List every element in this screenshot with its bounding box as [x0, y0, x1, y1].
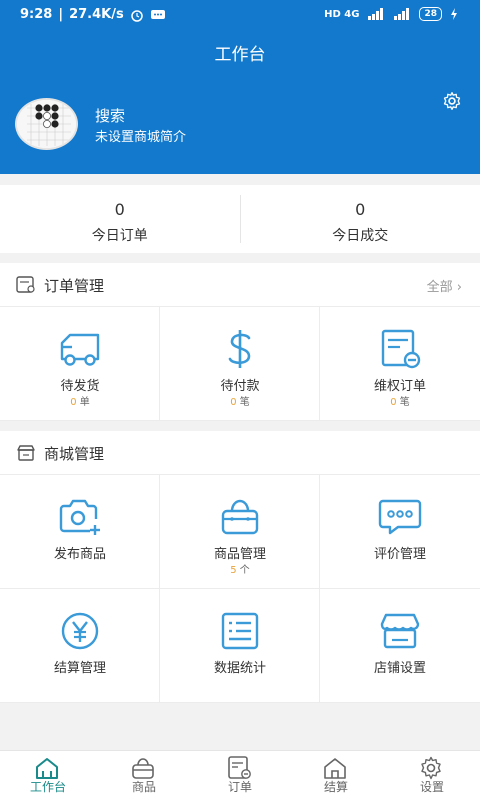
dollar-icon [228, 330, 251, 368]
basket-icon [221, 499, 259, 535]
comment-icon [378, 499, 422, 535]
chevron-right-icon: › [456, 280, 462, 295]
tab-workbench[interactable]: 工作台 [0, 751, 96, 800]
order-section-title: 订单管理 [44, 277, 105, 295]
tab-products[interactable]: 商品 [96, 751, 192, 800]
order-grid: 待发货 0 单 待付款 0 笔 维权订单 0 笔 [0, 307, 480, 421]
mall-section-title: 商城管理 [44, 445, 105, 463]
order-disputes[interactable]: 维权订单 0 笔 [320, 307, 480, 421]
settlement-management[interactable]: 结算管理 [0, 589, 160, 703]
cell-label: 评价管理 [373, 547, 426, 562]
cell-label: 商品管理 [213, 547, 266, 562]
tab-label: 设置 [419, 780, 444, 794]
yen-icon [61, 612, 99, 650]
stats-icon [221, 612, 259, 650]
status-time: 9:28 [20, 7, 53, 22]
cell-label: 维权订单 [373, 379, 426, 394]
publish-product[interactable]: 发布商品 [0, 475, 160, 589]
basket-icon [132, 758, 154, 779]
cell-count: 0 笔 [390, 397, 410, 408]
order-list-icon [16, 276, 35, 293]
store-description: 未设置商城简介 [95, 130, 187, 145]
today-stats: 0 今日订单 0 今日成交 [0, 185, 480, 253]
battery-icon: 28 [419, 7, 442, 21]
home-icon [36, 758, 58, 779]
order-doc-icon [228, 756, 251, 779]
alarm-icon [130, 9, 143, 22]
shop-settings[interactable]: 店铺设置 [320, 589, 480, 703]
stat-value: 0 [355, 200, 366, 219]
charging-icon [451, 8, 457, 20]
refund-doc-icon [381, 329, 421, 369]
order-section-header: 订单管理 全部 › [0, 263, 480, 307]
mall-section-header: 商城管理 [0, 431, 480, 475]
cell-count: 0 笔 [230, 397, 250, 408]
product-management[interactable]: 商品管理 5 个 [160, 475, 320, 589]
shop-icon [380, 613, 420, 649]
header: 9:28 | 27.4K/s HD 4G 28 工作台 搜索 未设置商城简介 [0, 0, 480, 174]
mall-grid: 发布商品 商品管理 5 个 评价管理 结算管理 数据统计 店铺设置 [0, 475, 480, 703]
tab-settlement[interactable]: 结算 [288, 751, 384, 800]
store-icon [17, 445, 35, 461]
cell-label: 发布商品 [53, 547, 106, 562]
cell-count: 5 个 [230, 565, 250, 576]
message-icon [150, 9, 165, 19]
signal-icon-2 [394, 8, 410, 20]
store-avatar[interactable] [15, 98, 78, 150]
tab-label: 工作台 [29, 780, 66, 794]
truck-icon [60, 333, 100, 366]
stat-today-deals[interactable]: 0 今日成交 [239, 195, 480, 244]
network-label: HD 4G [324, 8, 360, 20]
tab-orders[interactable]: 订单 [192, 751, 288, 800]
store-name[interactable]: 搜索 [95, 105, 125, 126]
stat-today-orders[interactable]: 0 今日订单 [0, 185, 240, 253]
order-pending-payment[interactable]: 待付款 0 笔 [160, 307, 320, 421]
tab-label: 商品 [131, 780, 156, 794]
tab-settings[interactable]: 设置 [384, 751, 480, 800]
stat-label: 今日成交 [332, 228, 389, 244]
settings-gear-icon[interactable] [442, 91, 462, 111]
cell-label: 待发货 [60, 379, 100, 394]
order-pending-shipment[interactable]: 待发货 0 单 [0, 307, 160, 421]
page-title: 工作台 [214, 45, 266, 65]
house-icon [324, 758, 346, 779]
cell-label: 店铺设置 [373, 661, 426, 676]
stat-label: 今日订单 [91, 228, 148, 244]
tab-label: 结算 [323, 780, 348, 794]
view-all-orders-link[interactable]: 全部 › [427, 276, 462, 295]
cell-label: 结算管理 [53, 661, 106, 676]
signal-icon [368, 8, 384, 20]
cell-label: 待付款 [220, 379, 260, 394]
view-all-label: 全部 [426, 280, 453, 295]
bottom-tab-bar: 工作台 商品 订单 结算 设置 [0, 750, 480, 800]
review-management[interactable]: 评价管理 [320, 475, 480, 589]
tab-label: 订单 [227, 780, 252, 794]
cell-label: 数据统计 [213, 661, 266, 676]
camera-add-icon [59, 499, 100, 535]
stat-value: 0 [114, 200, 125, 219]
cell-count: 0 单 [70, 397, 90, 408]
status-bar: 9:28 | 27.4K/s HD 4G 28 [0, 0, 480, 30]
status-speed: 27.4K/s [69, 7, 124, 22]
gear-icon [421, 756, 441, 780]
data-statistics[interactable]: 数据统计 [160, 589, 320, 703]
